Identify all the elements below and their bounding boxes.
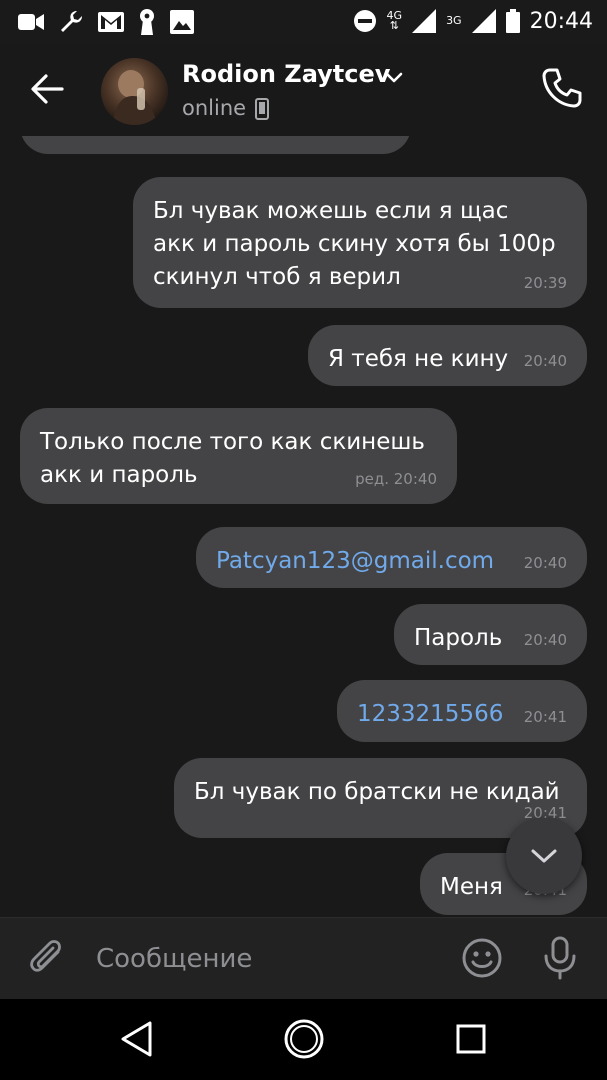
battery-icon bbox=[505, 9, 520, 33]
phone-icon[interactable] bbox=[540, 66, 584, 110]
gmail-icon bbox=[98, 12, 124, 32]
status-bar-notifications bbox=[18, 8, 194, 36]
status-bar: 4G ⇅ 3G 20:44 bbox=[0, 0, 607, 44]
image-icon bbox=[170, 10, 194, 34]
message-composer: Сообщение bbox=[0, 917, 607, 999]
message-input[interactable]: Сообщение bbox=[96, 938, 436, 980]
nav-back-icon[interactable] bbox=[118, 1019, 154, 1059]
network-3g-label: 3G bbox=[446, 14, 462, 27]
message-bubble-outgoing[interactable]: Я тебя не кину 20:40 bbox=[308, 325, 587, 386]
nav-home-icon[interactable] bbox=[283, 1018, 325, 1060]
message-list[interactable]: 20:39 Бл чувак можешь если я щас акк и п… bbox=[0, 136, 607, 916]
avatar[interactable] bbox=[101, 58, 168, 125]
signal-icon bbox=[412, 9, 437, 33]
smiley-icon[interactable] bbox=[461, 937, 503, 979]
message-text: Бл чувак можешь если я щас акк и пароль … bbox=[153, 198, 556, 290]
message-bubble-outgoing[interactable]: Пароль 20:40 bbox=[394, 604, 587, 665]
data-arrows-icon: ⇅ bbox=[389, 19, 399, 32]
message-time: 20:40 bbox=[523, 352, 567, 370]
keyhole-icon bbox=[140, 9, 154, 35]
message-time: 20:39 bbox=[523, 274, 567, 292]
network-type-3g: 3G bbox=[446, 14, 462, 27]
mobile-device-icon bbox=[255, 98, 269, 120]
signal-icon-2 bbox=[471, 9, 496, 33]
message-time: 20:41 bbox=[523, 708, 567, 726]
contact-name[interactable]: Rodion Zaytcev bbox=[182, 60, 390, 88]
message-bubble-incoming[interactable]: 20:39 bbox=[20, 136, 411, 154]
clock: 20:44 bbox=[529, 8, 593, 34]
message-bubble-outgoing[interactable]: Бл чувак можешь если я щас акк и пароль … bbox=[133, 177, 587, 308]
wrench-icon bbox=[61, 11, 82, 32]
status-bar-system: 4G ⇅ 3G 20:44 bbox=[353, 6, 593, 36]
message-time: 20:40 bbox=[523, 554, 567, 572]
chevron-down-icon bbox=[531, 849, 557, 863]
message-bubble-incoming[interactable]: Только после того как скинешь акк и паро… bbox=[20, 408, 457, 504]
message-text: Бл чувак по братски не кидай bbox=[194, 779, 560, 805]
arrow-left-icon[interactable] bbox=[26, 68, 68, 110]
contact-status: online bbox=[182, 96, 247, 120]
message-bubble-outgoing[interactable]: 1233215566 20:41 bbox=[337, 680, 587, 742]
microphone-icon[interactable] bbox=[541, 936, 579, 980]
nav-recent-apps-icon[interactable] bbox=[455, 1023, 487, 1055]
network-type-4g: 4G ⇅ bbox=[387, 10, 403, 32]
system-navigation-bar bbox=[0, 999, 607, 1080]
chevron-down-icon[interactable] bbox=[384, 70, 404, 84]
paperclip-icon[interactable] bbox=[28, 938, 68, 980]
do-not-disturb-icon bbox=[353, 10, 376, 32]
message-time: ред. 20:40 bbox=[355, 470, 437, 488]
email-link[interactable]: Patcyan123@gmail.com bbox=[216, 545, 567, 578]
scroll-down-button[interactable] bbox=[506, 818, 582, 894]
message-bubble-outgoing[interactable]: Patcyan123@gmail.com 20:40 bbox=[196, 527, 587, 588]
message-time: 20:40 bbox=[523, 631, 567, 649]
message-time: 20:39 bbox=[348, 136, 391, 146]
chat-header: Rodion Zaytcev online bbox=[0, 44, 607, 136]
video-camera-icon bbox=[18, 14, 44, 30]
